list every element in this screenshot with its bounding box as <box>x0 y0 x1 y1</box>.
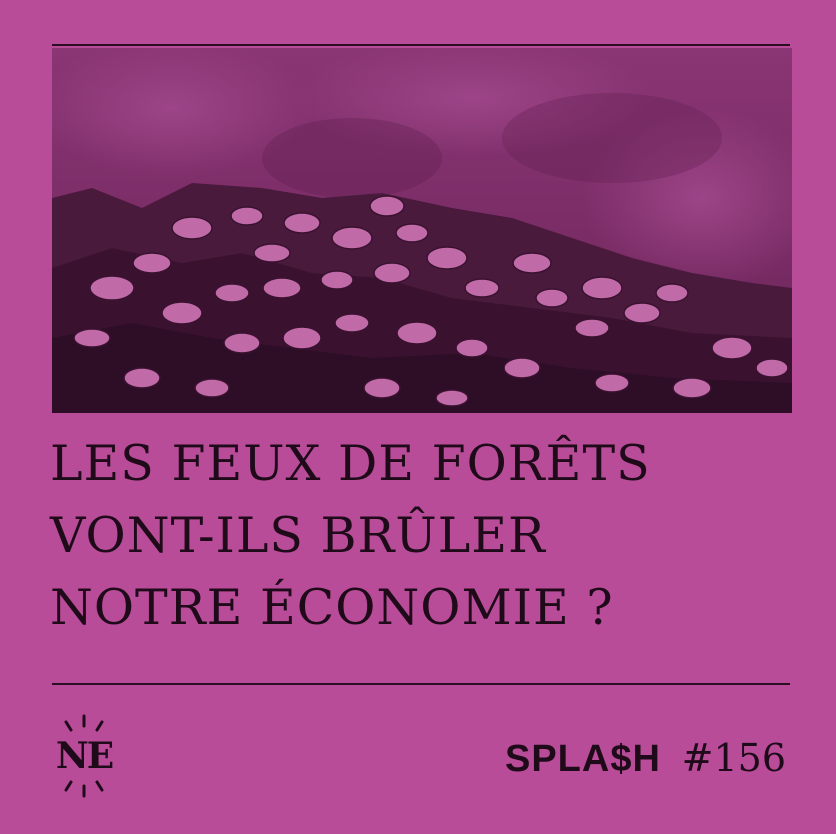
logo: NE <box>44 712 124 800</box>
headline-line-1: LES FEUX DE FORÊTS <box>50 435 651 492</box>
issue-number: #156 <box>681 736 786 780</box>
issue-label: SPLA$H #156 <box>505 734 786 783</box>
headline: LES FEUX DE FORÊTS VONT-ILS BRÛLER NOTRE… <box>50 428 810 644</box>
headline-line-3: NOTRE ÉCONOMIE ? <box>50 579 614 636</box>
logo-text: NE <box>55 735 114 777</box>
cover-photo <box>52 48 792 413</box>
headline-line-2: VONT-ILS BRÛLER <box>50 507 546 564</box>
top-divider <box>52 44 790 46</box>
bottom-divider <box>52 683 790 685</box>
issue-brand: SPLA$H <box>504 738 661 780</box>
